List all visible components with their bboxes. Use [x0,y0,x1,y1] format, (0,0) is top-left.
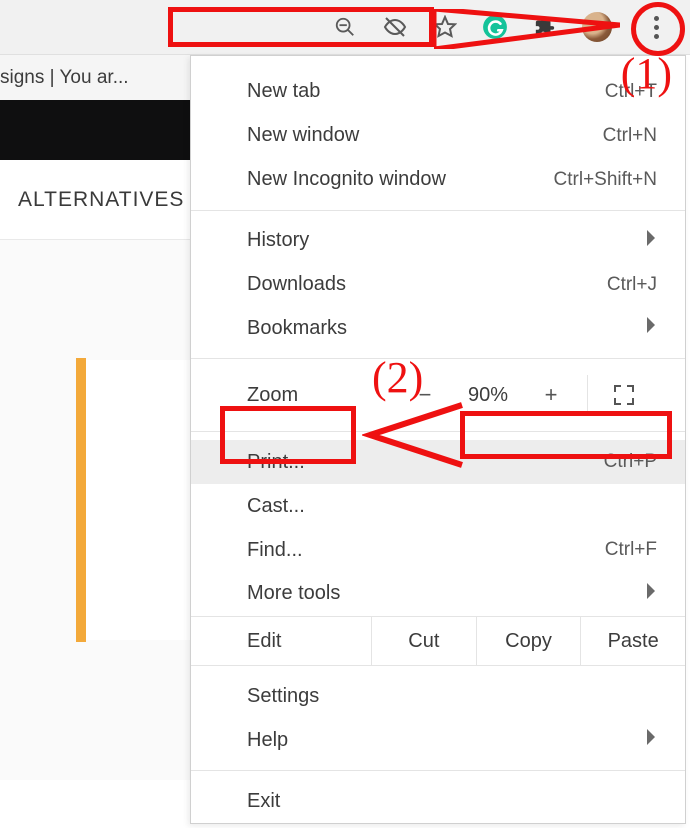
page-body [0,240,190,780]
menu-shortcut: Ctrl+N [603,125,657,147]
menu-shortcut: Ctrl+J [607,274,657,296]
browser-main-menu: New tab Ctrl+T New window Ctrl+N New Inc… [190,55,686,824]
fullscreen-icon [614,385,634,405]
menu-label: More tools [247,582,645,605]
menu-label: Exit [247,790,657,813]
three-dots-icon [654,16,659,39]
menu-label: Bookmarks [247,317,645,340]
chevron-right-icon [645,229,657,253]
menu-separator [191,431,685,432]
chevron-right-icon [645,582,657,606]
profile-avatar[interactable] [582,12,612,42]
eye-off-icon[interactable] [382,14,408,40]
menu-button[interactable] [636,7,676,47]
menu-item-new-window[interactable]: New window Ctrl+N [191,114,685,158]
menu-item-bookmarks[interactable]: Bookmarks [191,306,685,350]
page-nav-heading[interactable]: ALTERNATIVES [0,160,190,240]
tab-title-text: signs | You ar... [0,67,129,89]
zoom-value: 90% [453,384,523,407]
menu-separator [191,210,685,211]
zoom-out-button[interactable]: − [397,367,453,423]
star-icon[interactable] [432,14,458,40]
menu-separator [191,358,685,359]
menu-label: History [247,229,645,252]
minus-icon: − [419,382,432,408]
menu-label: New window [247,124,603,147]
menu-separator [191,770,685,771]
menu-item-exit[interactable]: Exit [191,779,685,823]
menu-item-downloads[interactable]: Downloads Ctrl+J [191,263,685,307]
card-accent-stripe [76,358,86,642]
edit-label: Edit [191,617,371,666]
chevron-right-icon [645,728,657,752]
menu-item-new-incognito[interactable]: New Incognito window Ctrl+Shift+N [191,158,685,202]
menu-item-help[interactable]: Help [191,718,685,762]
menu-label: Print... [247,451,604,474]
page-nav-heading-text: ALTERNATIVES [18,188,184,212]
zoom-out-icon[interactable] [332,14,358,40]
edit-label-text: Edit [247,630,281,653]
cut-text: Cut [408,630,439,653]
menu-item-print[interactable]: Print... Ctrl+P [191,440,685,484]
menu-label: Settings [247,685,657,708]
menu-shortcut: Ctrl+Shift+N [554,169,657,191]
page-header-bar [0,100,190,160]
fullscreen-button[interactable] [596,367,652,423]
extension-grammarly-icon[interactable] [482,14,508,40]
menu-item-new-tab[interactable]: New tab Ctrl+T [191,70,685,114]
menu-label: Downloads [247,273,607,296]
edit-paste-button[interactable]: Paste [580,617,685,666]
menu-shortcut: Ctrl+T [605,81,657,103]
menu-item-cast[interactable]: Cast... [191,484,685,528]
content-card [80,360,190,640]
menu-label: Help [247,729,645,752]
menu-shortcut: Ctrl+F [605,539,657,561]
menu-label: New Incognito window [247,168,554,191]
menu-edit-row: Edit Cut Copy Paste [191,616,685,667]
menu-item-settings[interactable]: Settings [191,674,685,718]
menu-item-history[interactable]: History [191,219,685,263]
menu-label: New tab [247,80,605,103]
browser-toolbar [0,0,690,55]
menu-item-find[interactable]: Find... Ctrl+F [191,528,685,572]
zoom-in-button[interactable]: + [523,367,579,423]
menu-shortcut: Ctrl+P [604,451,657,473]
tab-title[interactable]: signs | You ar... [0,55,190,100]
extension-puzzle-icon[interactable] [532,14,558,40]
edit-copy-button[interactable]: Copy [476,617,581,666]
zoom-label: Zoom [247,384,397,407]
plus-icon: + [545,382,558,408]
copy-text: Copy [505,630,552,653]
menu-item-zoom: Zoom − 90% + [191,367,685,423]
chevron-right-icon [645,316,657,340]
paste-text: Paste [608,630,659,653]
page-content: signs | You ar... ALTERNATIVES [0,55,190,828]
menu-label: Cast... [247,495,657,518]
zoom-separator [587,375,588,415]
menu-label: Find... [247,539,605,562]
edit-cut-button[interactable]: Cut [371,617,476,666]
menu-item-more-tools[interactable]: More tools [191,572,685,616]
